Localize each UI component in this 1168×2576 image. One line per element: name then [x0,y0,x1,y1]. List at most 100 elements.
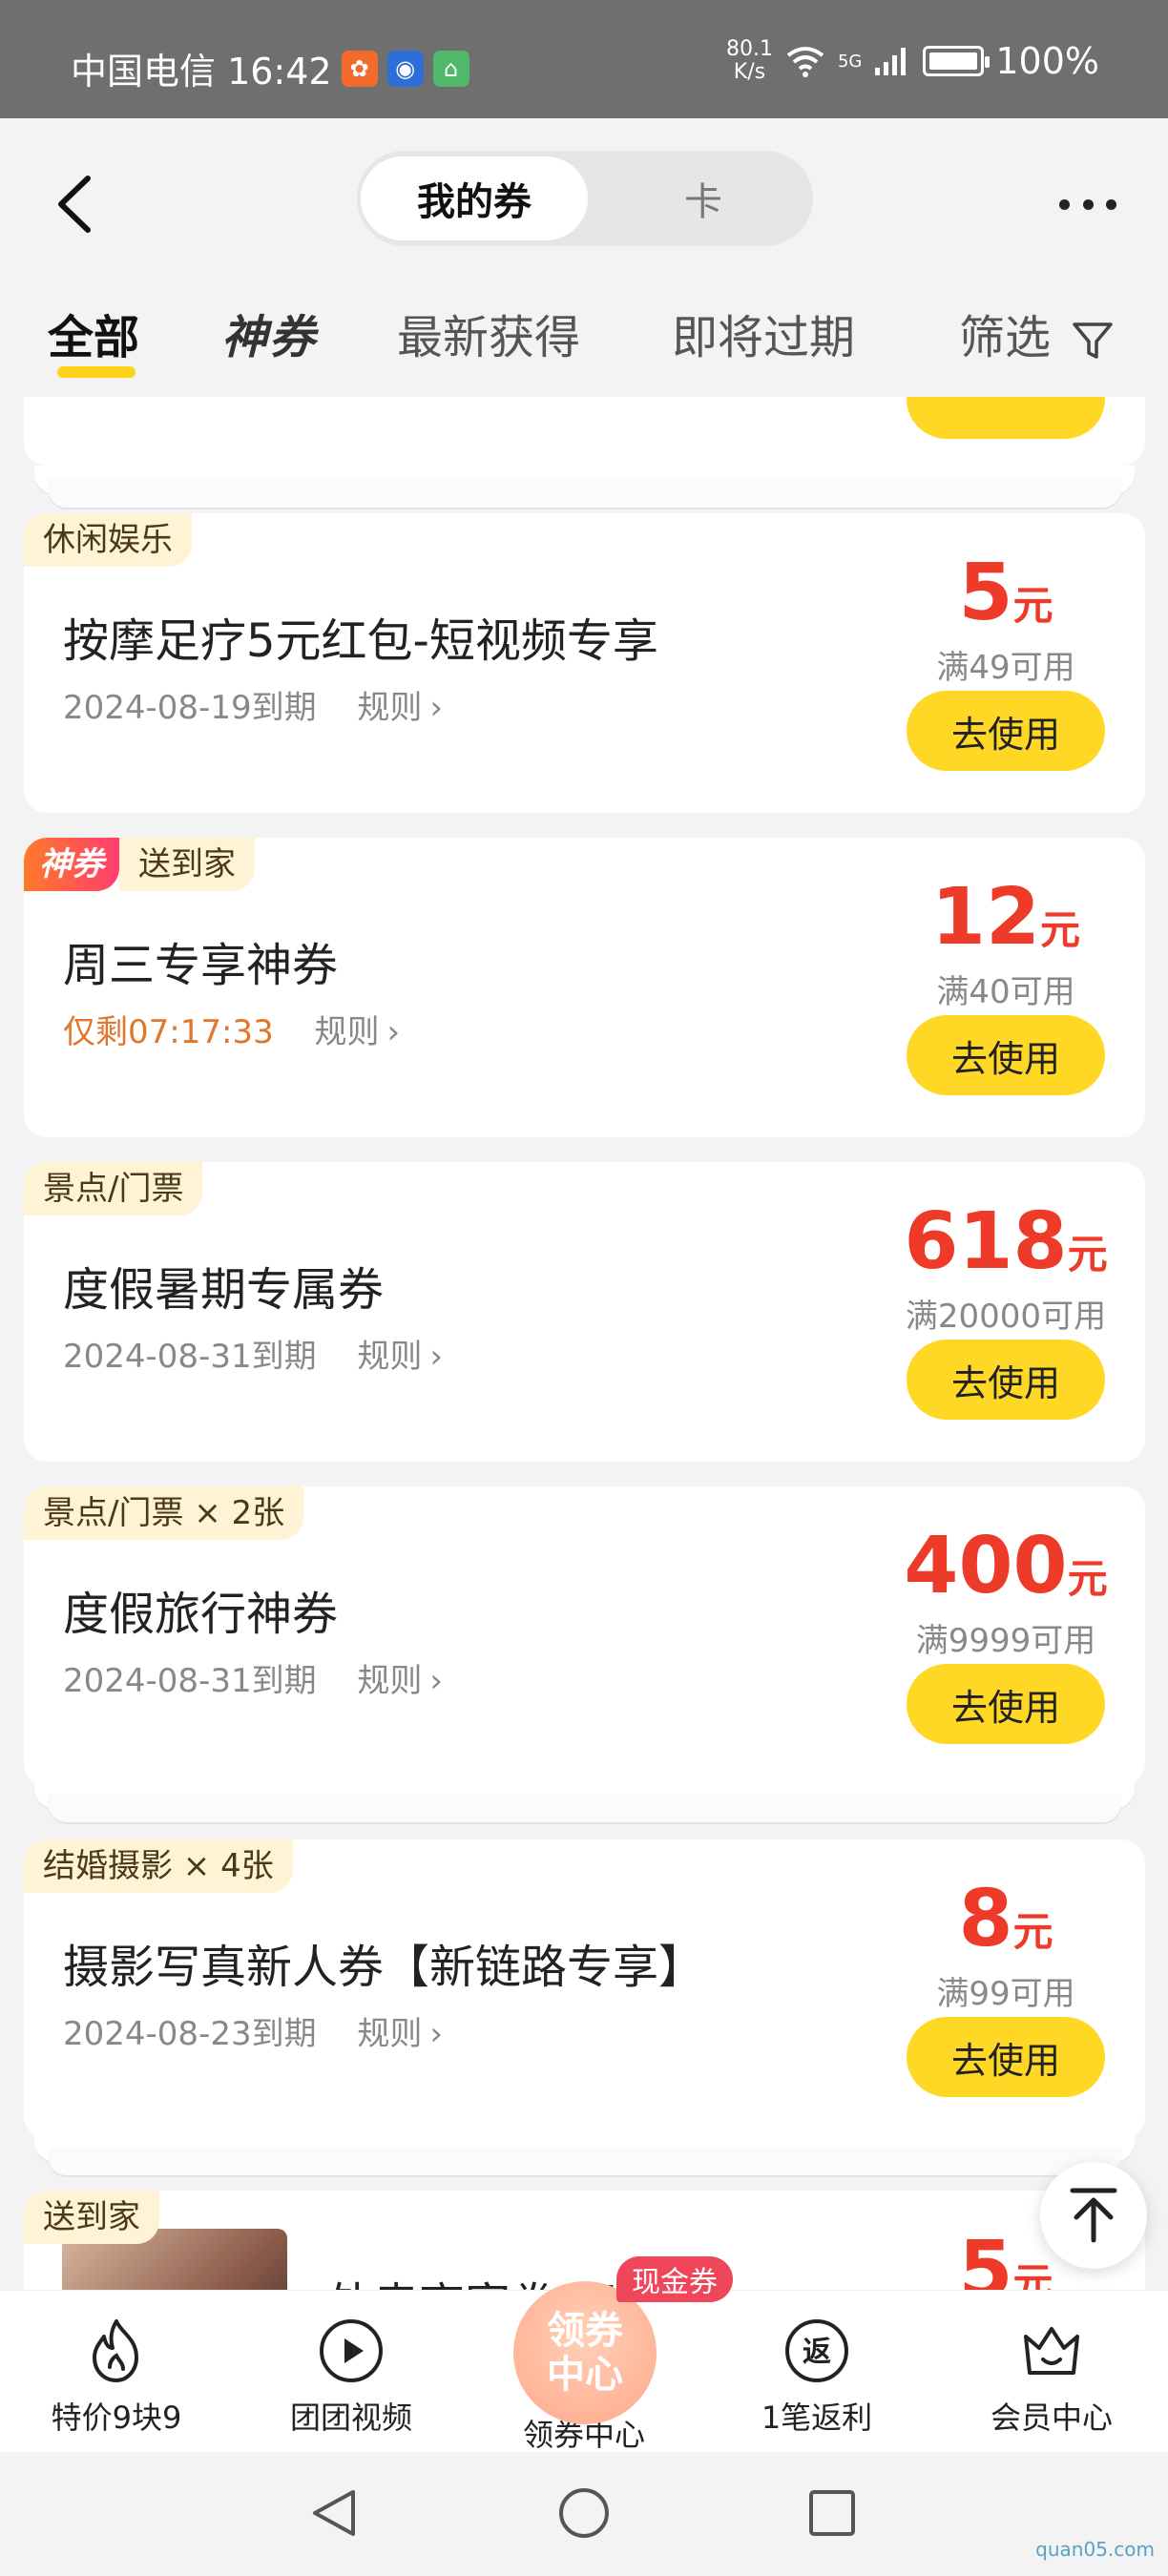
amount-unit: 元 [1012,582,1053,629]
coupon-meta: 2024-08-19到期 规则 › [63,681,443,728]
usage-condition: 满40可用 [936,973,1075,1011]
chevron-right-icon: › [429,689,444,727]
usage-condition: 满99可用 [936,1975,1075,2013]
crown-icon [1024,2327,1079,2375]
rules-link[interactable]: 规则 › [357,1662,443,1700]
category-tag: 休闲娱乐 [24,513,192,567]
arrow-up-to-top-icon [1070,2188,1117,2243]
app-notification-icon: ✿ [341,50,378,87]
coupon-meta: 2024-08-23到期 规则 › [63,2007,443,2054]
coupon-amount: 5元 [907,548,1105,638]
expiry-date: 2024-08-31到期 [63,1338,317,1376]
coupon-card-partial [24,397,1145,466]
segment-my-coupons[interactable]: 我的券 [361,156,588,240]
tab-shen-coupon[interactable]: 神券 [221,300,317,366]
coupon-amount: 12元 [907,872,1105,963]
net-speed: 80.1 K/s [726,38,773,84]
usage-condition: 满49可用 [936,649,1075,687]
nav-label: 1笔返利 [761,2399,873,2436]
filter-icon [1073,322,1114,359]
use-button[interactable]: 去使用 [907,1015,1105,1095]
nav-item-membership[interactable]: 会员中心 [956,2316,1147,2438]
tab-newest[interactable]: 最新获得 [397,300,580,366]
system-home-icon[interactable] [555,2484,613,2542]
system-back-icon[interactable] [305,2484,363,2542]
chevron-right-icon: › [429,1338,444,1376]
rules-label: 规则 [357,1338,423,1376]
status-right: 80.1 K/s 5G 100% [726,38,1099,84]
segment-cards[interactable]: 卡 [597,156,809,240]
coupon-title: 摄影写真新人券【新链路专享】 [63,1941,705,1994]
tab-expiring[interactable]: 即将过期 [672,300,855,366]
card-stack-edge [48,1794,1121,1822]
coupon-center-icon-line2: 中心 [547,2353,623,2397]
use-button[interactable]: 去使用 [907,2017,1105,2097]
amount-unit: 元 [1012,1908,1053,1955]
nav-item-video[interactable]: 团团视频 [256,2316,447,2438]
back-icon[interactable] [48,171,105,238]
use-button[interactable]: 去使用 [907,1664,1105,1744]
battery-level [929,52,978,70]
card-stack-edge [48,2147,1121,2175]
app-notification-icon: ⌂ [432,50,469,87]
nav-item-coupon-center[interactable]: 领券 中心 现金券 领券中心 [489,2256,733,2455]
coupon-center-icon: 领券 中心 [513,2281,657,2424]
coupon-title: 按摩足疗5元红包-短视频专享 [63,614,658,668]
flame-icon [93,2319,138,2382]
nav-item-rebate[interactable]: 返 1笔返利 [721,2316,912,2438]
bottom-nav: 特价9块9 团团视频 领券 中心 现金券 领券中心 返 1笔返利 会员中心 [0,2256,1168,2455]
amount-unit: 元 [1067,1555,1108,1602]
rules-link[interactable]: 规则 › [357,1338,443,1376]
rules-label: 规则 [357,689,423,727]
status-bar: 中国电信 16:42 ✿ ◉ ⌂ 80.1 K/s 5G 100% [0,0,1168,118]
system-recents-icon[interactable] [803,2484,861,2542]
tab-filter-label: 筛选 [959,311,1052,364]
category-tag: 结婚摄影 × 4张 [24,1839,293,1893]
use-button[interactable]: 去使用 [907,1340,1105,1420]
system-nav-bar: quan05.com [0,2452,1168,2576]
countdown-timer: 仅剩07:17:33 [63,1013,274,1051]
rules-link[interactable]: 规则 › [357,689,443,727]
category-tag-label: 送到家 [24,2191,159,2244]
coupon-amount: 8元 [907,1874,1105,1964]
use-button-partial[interactable] [907,397,1105,439]
filter-tabs: 全部 神券 最新获得 即将过期 筛选 [0,290,1168,395]
rules-label: 规则 [314,1013,380,1051]
use-button[interactable]: 去使用 [907,691,1105,771]
nav-item-deals[interactable]: 特价9块9 [21,2316,212,2438]
coupon-title: 度假旅行神券 [63,1588,339,1641]
coupon-card[interactable]: 休闲娱乐 按摩足疗5元红包-短视频专享 2024-08-19到期 规则 › 5元 … [24,513,1145,813]
net-speed-unit: K/s [733,60,766,84]
back-to-top-button[interactable] [1040,2162,1147,2269]
coupon-amount: 400元 [882,1521,1130,1611]
category-tag: 神券 送到家 [24,838,255,891]
status-left: 中国电信 16:42 ✿ ◉ ⌂ [71,42,469,94]
more-icon[interactable] [1059,193,1116,216]
rules-link[interactable]: 规则 › [357,2015,443,2053]
category-tag-label: 景点/门票 [24,1162,203,1215]
usage-condition: 满20000可用 [905,1298,1107,1336]
coupon-card[interactable]: 送到家 外卖商家券 开张店 5元 [24,2191,1145,2290]
coupon-card[interactable]: 结婚摄影 × 4张 摄影写真新人券【新链路专享】 2024-08-23到期 规则… [24,1839,1145,2139]
coupon-meta: 2024-08-31到期 规则 › [63,1330,443,1377]
amount-value: 12 [930,872,1041,963]
rules-link[interactable]: 规则 › [315,1013,401,1051]
coupon-list: 休闲娱乐 按摩足疗5元红包-短视频专享 2024-08-19到期 规则 › 5元 … [0,397,1168,2290]
coupon-card[interactable]: 景点/门票 × 2张 度假旅行神券 2024-08-31到期 规则 › 400元 … [24,1486,1145,1786]
coupon-center-icon-line1: 领券 [547,2309,623,2353]
category-tag-label: 休闲娱乐 [24,513,192,567]
nav-label: 会员中心 [990,2399,1113,2436]
amount-unit: 元 [1067,1231,1108,1278]
category-tag: 送到家 [24,2191,159,2244]
chevron-right-icon: › [429,1662,444,1700]
coupon-card[interactable]: 神券 送到家 周三专享神券 仅剩07:17:33 规则 › 12元 满40可用 去… [24,838,1145,1137]
tab-all[interactable]: 全部 [48,300,139,366]
coupon-card[interactable]: 景点/门票 度假暑期专属券 2024-08-31到期 规则 › 618元 满200… [24,1162,1145,1462]
expiry-date: 2024-08-31到期 [63,1662,317,1700]
header: 我的券 卡 全部 神券 最新获得 即将过期 筛选 [0,118,1168,397]
coupon-amount: 618元 [882,1196,1130,1287]
tab-filter[interactable]: 筛选 [959,300,1115,366]
wifi-icon [786,47,824,77]
coupon-title: 度假暑期专属券 [63,1263,385,1317]
category-tag: 景点/门票 × 2张 [24,1486,304,1540]
